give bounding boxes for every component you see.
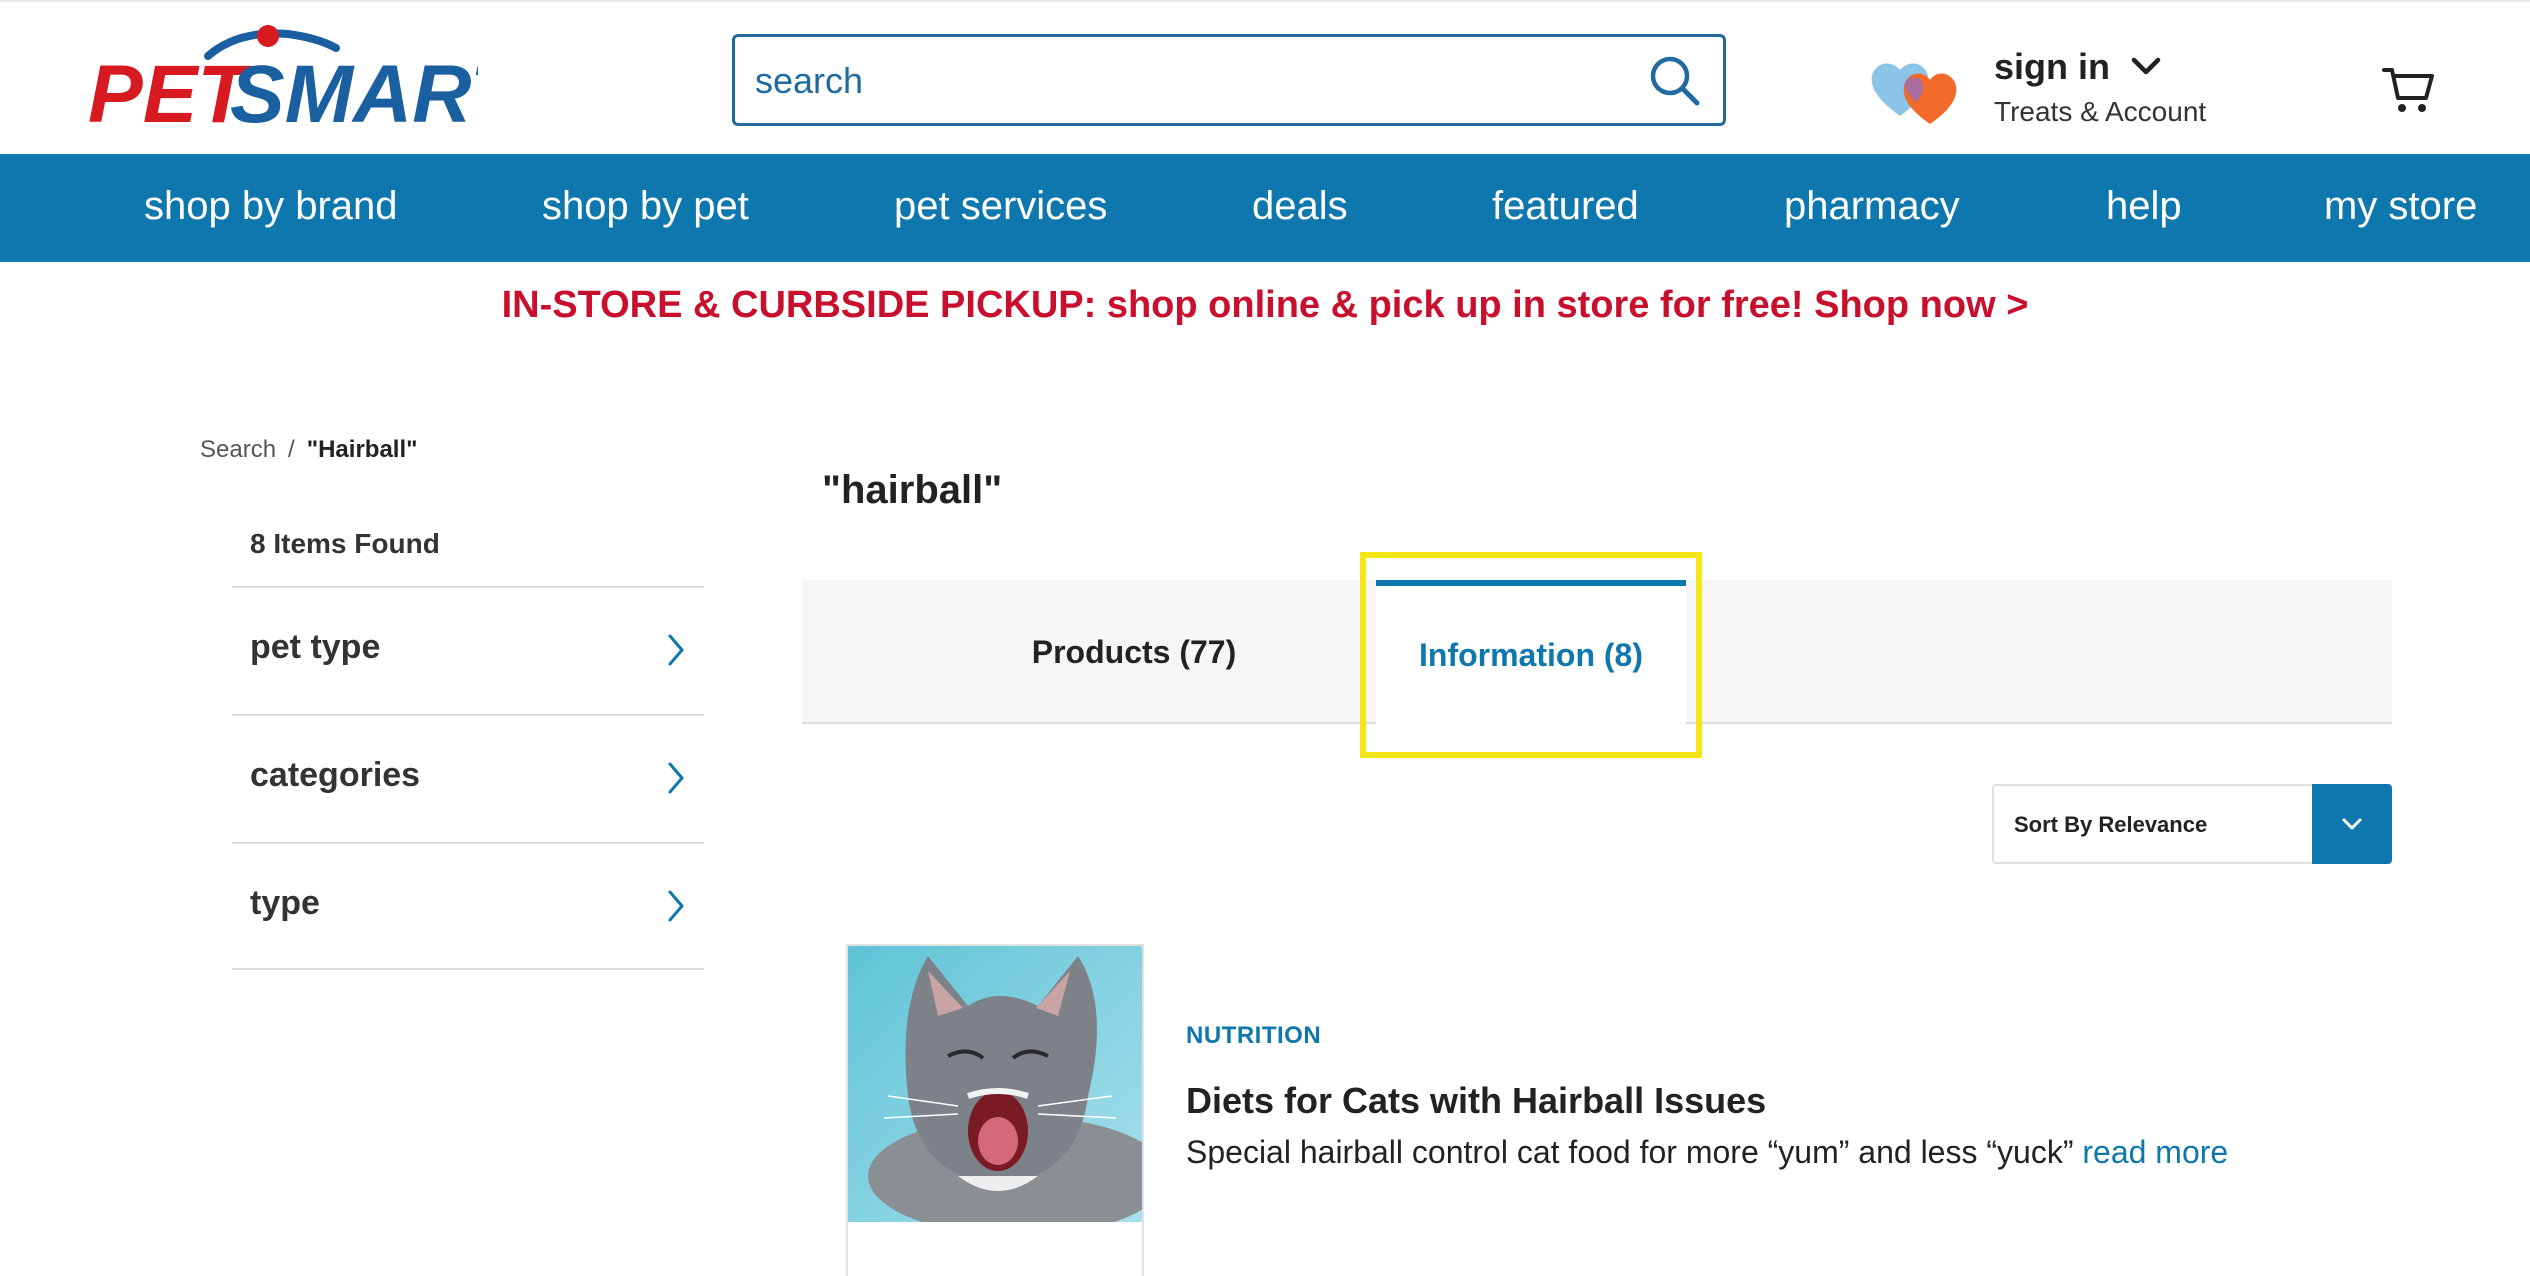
filter-label: categories <box>250 756 421 794</box>
search-input[interactable] <box>755 53 1635 109</box>
search-box <box>732 34 1726 126</box>
nav-shop-by-brand[interactable]: shop by brand <box>144 184 398 229</box>
sort-label: Sort By Relevance <box>2014 812 2208 837</box>
filter-list: pet type categories type <box>232 586 704 970</box>
site-header: PET SMART sign in Treats & Account <box>0 0 2530 154</box>
breadcrumb-separator: / <box>288 436 295 463</box>
chevron-down-icon <box>2342 818 2362 830</box>
filter-pet-type[interactable]: pet type <box>232 586 704 714</box>
breadcrumb: Search / "Hairball" <box>200 436 418 464</box>
read-more-link[interactable]: read more <box>2082 1134 2228 1170</box>
breadcrumb-current: "Hairball" <box>306 436 418 463</box>
nav-help[interactable]: help <box>2106 184 2182 229</box>
result-description-text: Special hairball control cat food for mo… <box>1186 1134 2074 1170</box>
promo-banner[interactable]: IN-STORE & CURBSIDE PICKUP: shop online … <box>0 284 2530 327</box>
treats-account-label[interactable]: Treats & Account <box>1994 96 2206 128</box>
nav-pharmacy[interactable]: pharmacy <box>1784 184 1960 229</box>
chevron-right-icon <box>668 762 684 794</box>
filter-label: pet type <box>250 628 381 666</box>
result-category: NUTRITION <box>1186 1022 1322 1049</box>
breadcrumb-search-link[interactable]: Search <box>200 436 276 463</box>
svg-text:SMART: SMART <box>230 49 478 134</box>
filter-label: type <box>250 884 320 922</box>
items-found-count: 8 Items Found <box>250 528 440 559</box>
nav-deals[interactable]: deals <box>1252 184 1348 229</box>
filter-categories[interactable]: categories <box>232 714 704 842</box>
nav-my-store[interactable]: my store <box>2324 184 2477 229</box>
petsmart-logo[interactable]: PET SMART <box>88 24 526 140</box>
search-icon[interactable] <box>1645 51 1705 111</box>
tab-products[interactable]: Products (77) <box>1002 580 1266 724</box>
result-description: Special hairball control cat food for mo… <box>1186 1134 2228 1171</box>
result-thumbnail[interactable] <box>846 944 1144 1276</box>
page-title: "hairball" <box>822 468 1003 512</box>
svg-text:PET: PET <box>88 49 253 134</box>
cart-icon[interactable] <box>2380 62 2436 118</box>
chevron-down-icon[interactable] <box>2128 52 2164 82</box>
nav-featured[interactable]: featured <box>1492 184 1639 229</box>
nav-shop-by-pet[interactable]: shop by pet <box>542 184 749 229</box>
sort-toggle-button[interactable] <box>2312 784 2392 864</box>
chevron-right-icon <box>668 634 684 666</box>
sort-dropdown[interactable]: Sort By Relevance <box>1992 784 2392 864</box>
result-title[interactable]: Diets for Cats with Hairball Issues <box>1186 1080 1766 1122</box>
tab-information[interactable]: Information (8) <box>1376 580 1686 724</box>
results-tabs: Products (77) Information (8) <box>802 580 2392 724</box>
sign-in-link[interactable]: sign in <box>1994 46 2110 88</box>
nav-pet-services[interactable]: pet services <box>894 184 1107 229</box>
main-nav: shop by brand shop by pet pet services d… <box>0 154 2530 262</box>
yawning-cat-image <box>848 946 1142 1222</box>
chevron-right-icon <box>668 890 684 922</box>
filter-type[interactable]: type <box>232 842 704 970</box>
treats-hearts-icon[interactable] <box>1870 54 1966 126</box>
